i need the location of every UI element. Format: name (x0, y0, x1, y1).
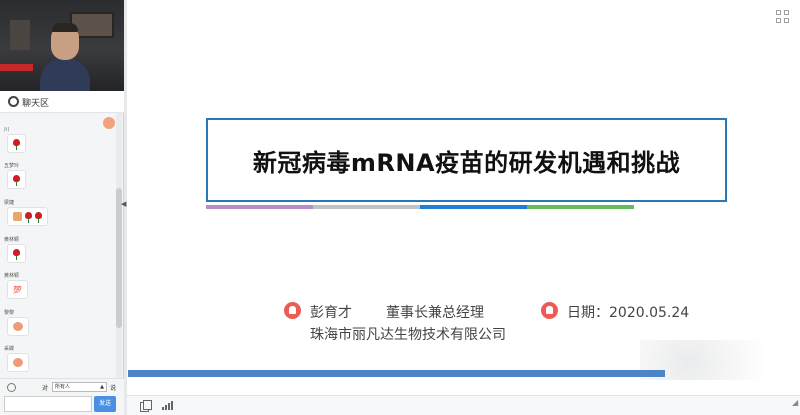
slide-progress-bar (128, 370, 665, 377)
resize-handle-icon[interactable]: ◢ (792, 398, 798, 407)
hundred-points-icon: 💯 (13, 285, 22, 294)
rose-icon (25, 211, 32, 223)
person-icon (284, 302, 301, 319)
chat-message-bubble (7, 134, 26, 153)
microphone-icon (541, 302, 558, 319)
meeting-app: 聊天区 川五梦玲 梁婕 黄林颖 黄林颖 💯 黎黎 采蝶 ◀ 对 所有人 ▲ 说 发送 新冠病… (0, 0, 800, 415)
to-label: 对 (42, 385, 49, 392)
emoji-icon[interactable] (7, 383, 16, 392)
accent-segment (206, 205, 313, 209)
rose-icon (35, 211, 42, 223)
chat-sender-name: 梁婕 (4, 200, 15, 206)
chat-message-bubble (7, 353, 29, 372)
chat-message-bubble (7, 244, 26, 263)
presentation-date: 日期：2020.05.24 (567, 305, 690, 321)
rose-icon (13, 174, 20, 186)
chat-message-bubble (7, 317, 29, 336)
chevron-down-icon: ▲ (100, 384, 104, 390)
chat-bubble-icon (8, 96, 19, 107)
slide-title-box: 新冠病毒mRNA疫苗的研发机遇和挑战 (206, 118, 727, 202)
thumbs-up-icon (13, 212, 22, 221)
chat-sender-name: 黎黎 (4, 310, 15, 316)
copy-icon[interactable] (140, 400, 152, 412)
chat-message: 五梦玲 (4, 162, 26, 189)
accent-color-bar (206, 205, 634, 209)
message-input[interactable] (4, 396, 92, 412)
chat-message: 黄林颖 💯 (4, 272, 28, 299)
layout-grid-icon[interactable] (776, 10, 790, 24)
chat-message: 采蝶 (4, 345, 29, 372)
chat-message: 黎黎 (4, 309, 29, 336)
recipient-select[interactable]: 所有人 ▲ (52, 382, 107, 392)
accent-segment (420, 205, 527, 209)
chat-sender-name: 黄林颖 (4, 273, 20, 279)
chat-message: 黄林颖 (4, 236, 26, 263)
presenter-name: 彭育才 (310, 305, 352, 321)
chat-panel: 聊天区 川五梦玲 梁婕 黄林颖 黄林颖 💯 黎黎 采蝶 ◀ 对 所有人 ▲ 说 发送 (0, 0, 126, 415)
video-banner (0, 64, 33, 71)
chat-sender-name: 黄林颖 (4, 237, 20, 243)
chat-message-bubble: 💯 (7, 280, 28, 299)
chat-message-bubble (7, 207, 48, 226)
user-avatar-icon[interactable] (103, 117, 115, 129)
bottom-toolbar (127, 395, 800, 415)
rose-icon (13, 248, 20, 260)
accent-segment (313, 205, 420, 209)
presenter-video[interactable] (0, 0, 124, 91)
chat-message: 梁婕 (4, 199, 48, 226)
say-label: 说 (110, 385, 117, 392)
slide-title: 新冠病毒mRNA疫苗的研发机遇和挑战 (252, 148, 681, 177)
chat-sender-name: 川 (4, 127, 10, 133)
chat-scrollbar[interactable] (116, 113, 122, 378)
chat-header: 聊天区 (0, 91, 124, 113)
recipient-value: 所有人 (55, 384, 71, 390)
chat-message: 川 (4, 126, 26, 153)
chat-sender-name: 五梦玲 (4, 163, 20, 169)
presenter-role: 董事长兼总经理 (386, 305, 484, 321)
clap-icon (13, 322, 23, 331)
chat-sender-name: 采蝶 (4, 346, 15, 352)
clap-icon (13, 358, 23, 367)
chat-input-bar: 对 所有人 ▲ 说 发送 (0, 378, 124, 415)
send-button[interactable]: 发送 (94, 396, 116, 412)
chat-title: 聊天区 (22, 99, 50, 109)
accent-segment (527, 205, 634, 209)
chat-message-list[interactable]: 川五梦玲 梁婕 黄林颖 黄林颖 💯 黎黎 采蝶 (0, 113, 117, 378)
rose-icon (13, 138, 20, 150)
chat-message-bubble (7, 170, 26, 189)
signal-strength-icon[interactable] (162, 401, 173, 410)
company-name: 珠海市丽凡达生物技术有限公司 (310, 327, 506, 343)
